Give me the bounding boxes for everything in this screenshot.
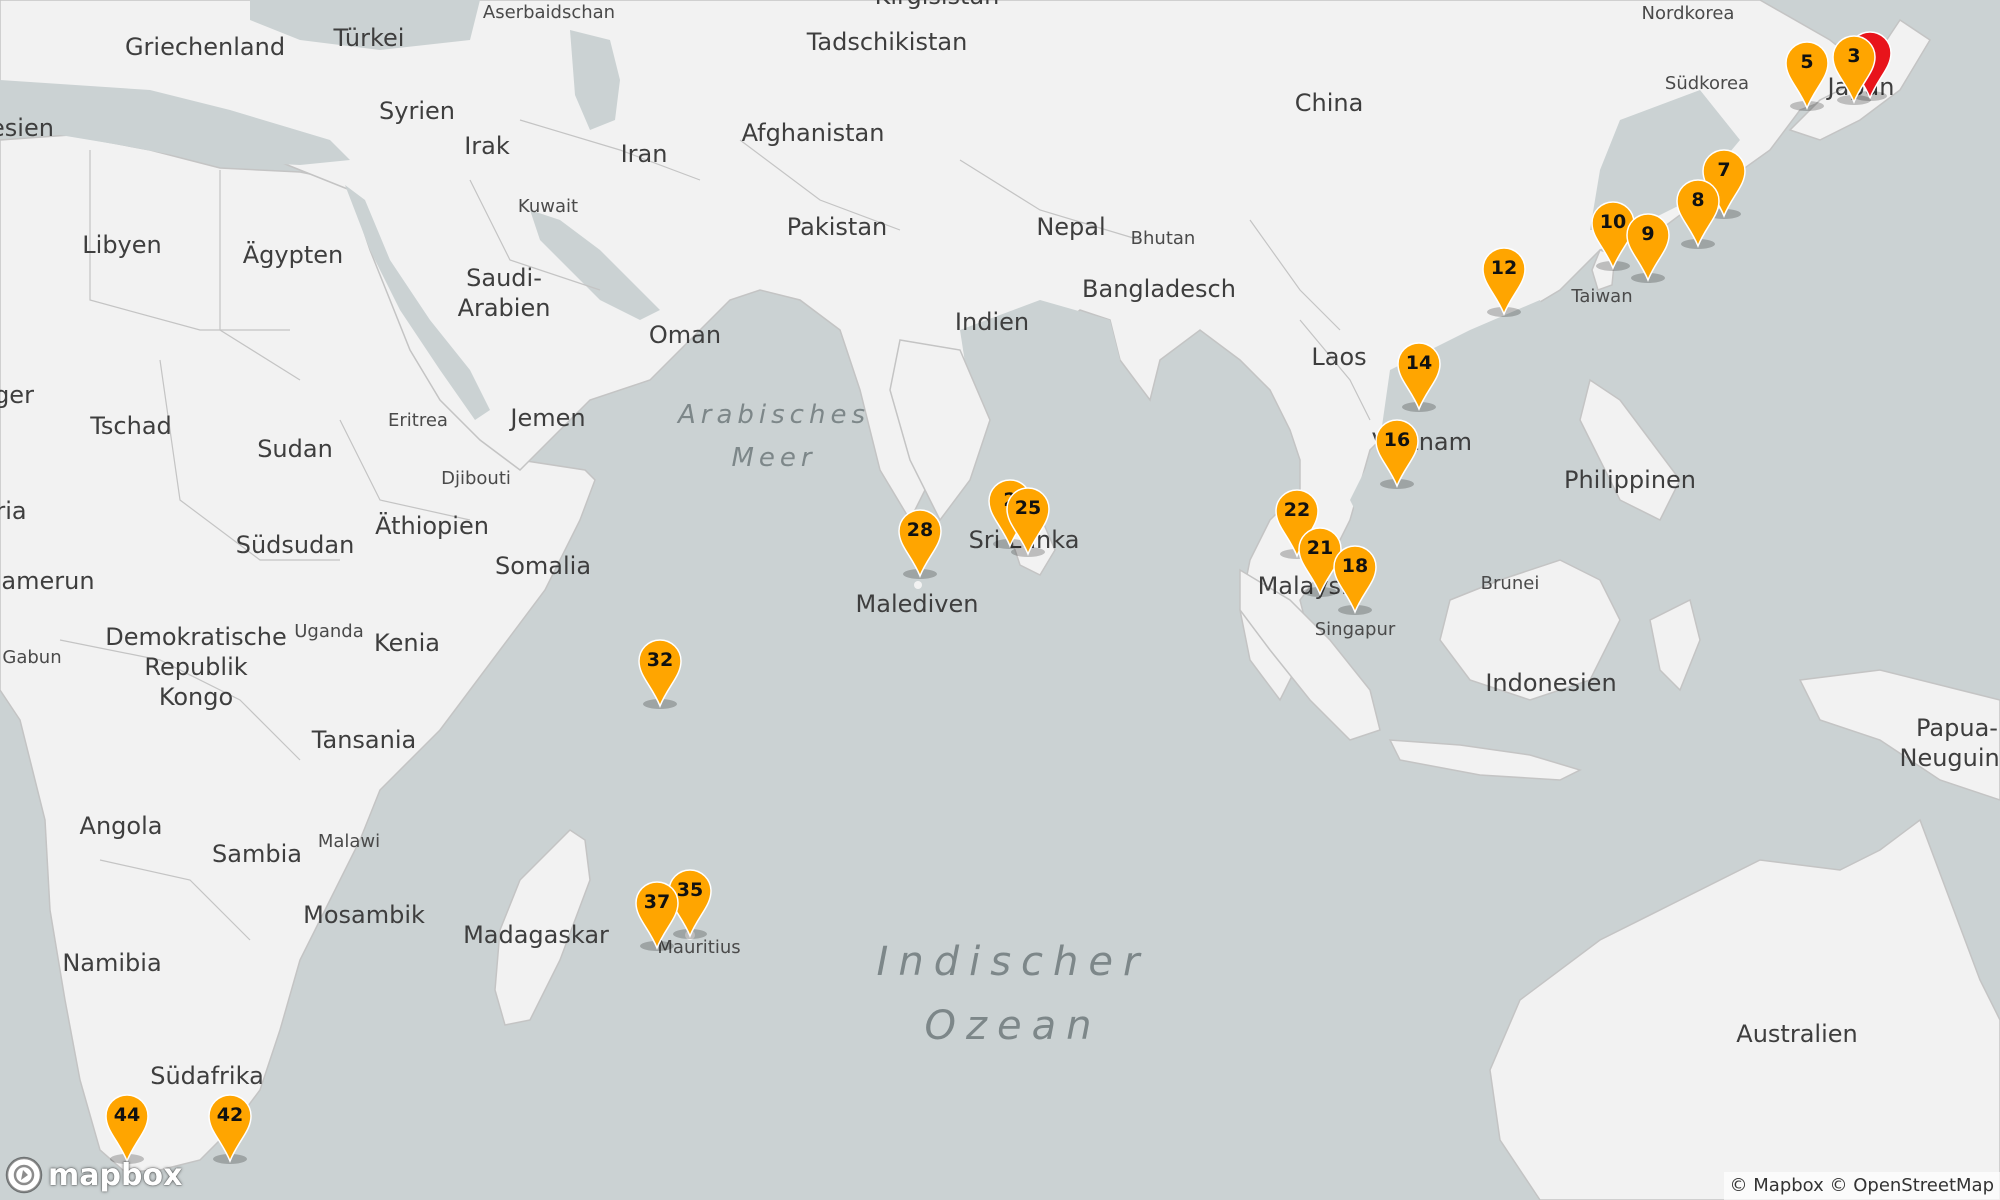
label-afghanistan: Afghanistan bbox=[741, 119, 885, 147]
label-tadschikistan: Tadschikistan bbox=[806, 28, 968, 56]
label-nigeria-partial: ria bbox=[0, 497, 27, 525]
marker-number: 22 bbox=[1283, 499, 1311, 521]
map-attribution[interactable]: © Mapbox © OpenStreetMap bbox=[1723, 1172, 2000, 1200]
label-somalia: Somalia bbox=[494, 552, 592, 580]
landmass-maldives bbox=[914, 581, 922, 589]
mapbox-logo[interactable]: mapbox bbox=[4, 1154, 182, 1196]
label-irak: Irak bbox=[464, 132, 510, 160]
marker-number: 42 bbox=[216, 1104, 244, 1126]
map-marker[interactable]: 3 bbox=[1829, 34, 1879, 106]
label-asien-partial: esien bbox=[0, 114, 54, 142]
map-marker[interactable]: 25 bbox=[1003, 486, 1053, 558]
label-tansania: Tansania bbox=[311, 726, 417, 754]
marker-number: 16 bbox=[1383, 429, 1411, 451]
marker-number: 32 bbox=[646, 649, 674, 671]
map-marker[interactable]: 28 bbox=[895, 508, 945, 580]
label-indien: Indien bbox=[954, 308, 1030, 336]
label-sambia: Sambia bbox=[212, 840, 302, 868]
label-jemen: Jemen bbox=[510, 404, 586, 432]
marker-number: 37 bbox=[643, 891, 671, 913]
label-malediven: Malediven bbox=[855, 590, 979, 618]
marker-number: 28 bbox=[906, 519, 934, 541]
label-bhutan: Bhutan bbox=[1130, 227, 1196, 249]
label-malawi: Malawi bbox=[317, 830, 381, 852]
map-marker[interactable]: 8 bbox=[1673, 178, 1723, 250]
label-papua-neuguinea: Papua- Neuguine bbox=[1899, 714, 2000, 772]
marker-number: 18 bbox=[1341, 555, 1369, 577]
label-mosambik: Mosambik bbox=[303, 901, 425, 929]
map-marker[interactable]: 42 bbox=[205, 1093, 255, 1165]
label-nepal: Nepal bbox=[1036, 213, 1106, 241]
mapbox-logo-icon bbox=[5, 1156, 43, 1194]
label-taiwan: Taiwan bbox=[1571, 285, 1633, 307]
label-niger-partial: ger bbox=[0, 381, 34, 409]
label-indischer-ozean: Indischer Ozean bbox=[876, 939, 1150, 1049]
label-aegypten: Ägypten bbox=[242, 241, 344, 269]
label-demokratische-republik-kongo: Demokratische Republik Kongo bbox=[105, 623, 287, 711]
label-laos: Laos bbox=[1311, 343, 1367, 371]
label-suedkorea: Südkorea bbox=[1664, 72, 1750, 94]
label-angola: Angola bbox=[79, 812, 163, 840]
label-gabun: Gabun bbox=[2, 646, 62, 668]
label-pakistan: Pakistan bbox=[786, 213, 888, 241]
label-suedsudan: Südsudan bbox=[235, 531, 355, 559]
label-tschad: Tschad bbox=[90, 412, 172, 440]
label-philippinen: Philippinen bbox=[1563, 466, 1697, 494]
label-aserbaidschan: Aserbaidschan bbox=[482, 1, 616, 23]
label-bangladesch: Bangladesch bbox=[1082, 275, 1236, 303]
label-brunei: Brunei bbox=[1480, 572, 1540, 594]
label-madagaskar: Madagaskar bbox=[463, 921, 609, 949]
map-marker[interactable]: 18 bbox=[1330, 544, 1380, 616]
map-marker[interactable]: 9 bbox=[1623, 212, 1673, 284]
label-griechenland: Griechenland bbox=[124, 33, 286, 61]
label-kenia: Kenia bbox=[374, 629, 440, 657]
label-suedafrika: Südafrika bbox=[150, 1062, 264, 1090]
label-syrien: Syrien bbox=[379, 97, 455, 125]
map-marker[interactable]: 16 bbox=[1372, 418, 1422, 490]
map-canvas[interactable]: Aserbaidschan Kirgisistan Nordkorea Grie… bbox=[0, 0, 2000, 1200]
map-marker[interactable]: 37 bbox=[632, 880, 682, 952]
label-libyen: Libyen bbox=[82, 231, 162, 259]
label-arabisches-meer: Arabisches Meer bbox=[678, 400, 870, 473]
label-namibia: Namibia bbox=[62, 949, 162, 977]
marker-number: 25 bbox=[1014, 497, 1042, 519]
label-tuerkei: Türkei bbox=[333, 24, 405, 52]
label-kuwait: Kuwait bbox=[517, 195, 579, 217]
label-aethiopien: Äthiopien bbox=[375, 512, 489, 540]
marker-number: 14 bbox=[1405, 352, 1433, 374]
map-marker[interactable]: 14 bbox=[1394, 341, 1444, 413]
marker-number: 5 bbox=[1800, 51, 1814, 73]
label-kirgisistan: Kirgisistan bbox=[875, 0, 1000, 11]
label-dschibuti: Djibouti bbox=[441, 467, 511, 489]
label-china: China bbox=[1294, 89, 1364, 117]
marker-number: 12 bbox=[1490, 257, 1518, 279]
marker-number: 9 bbox=[1641, 223, 1655, 245]
label-nordkorea: Nordkorea bbox=[1641, 2, 1735, 24]
label-sudan: Sudan bbox=[257, 435, 333, 463]
marker-number: 8 bbox=[1691, 189, 1705, 211]
map-marker[interactable]: 12 bbox=[1479, 246, 1529, 318]
label-singapur: Singapur bbox=[1314, 618, 1396, 640]
marker-number: 44 bbox=[113, 1104, 141, 1126]
marker-number: 3 bbox=[1847, 45, 1861, 67]
label-kamerun-partial: amerun bbox=[1, 567, 95, 595]
label-uganda: Uganda bbox=[294, 620, 364, 642]
label-eritrea: Eritrea bbox=[388, 409, 448, 431]
mapbox-wordmark: mapbox bbox=[48, 1157, 183, 1193]
label-indonesien: Indonesien bbox=[1485, 669, 1617, 697]
map-marker[interactable]: 5 bbox=[1782, 40, 1832, 112]
label-saudi-arabien: Saudi- Arabien bbox=[457, 264, 551, 322]
map-marker[interactable]: 32 bbox=[635, 638, 685, 710]
label-oman: Oman bbox=[648, 321, 722, 349]
label-australien: Australien bbox=[1736, 1020, 1858, 1048]
label-iran: Iran bbox=[620, 140, 668, 168]
